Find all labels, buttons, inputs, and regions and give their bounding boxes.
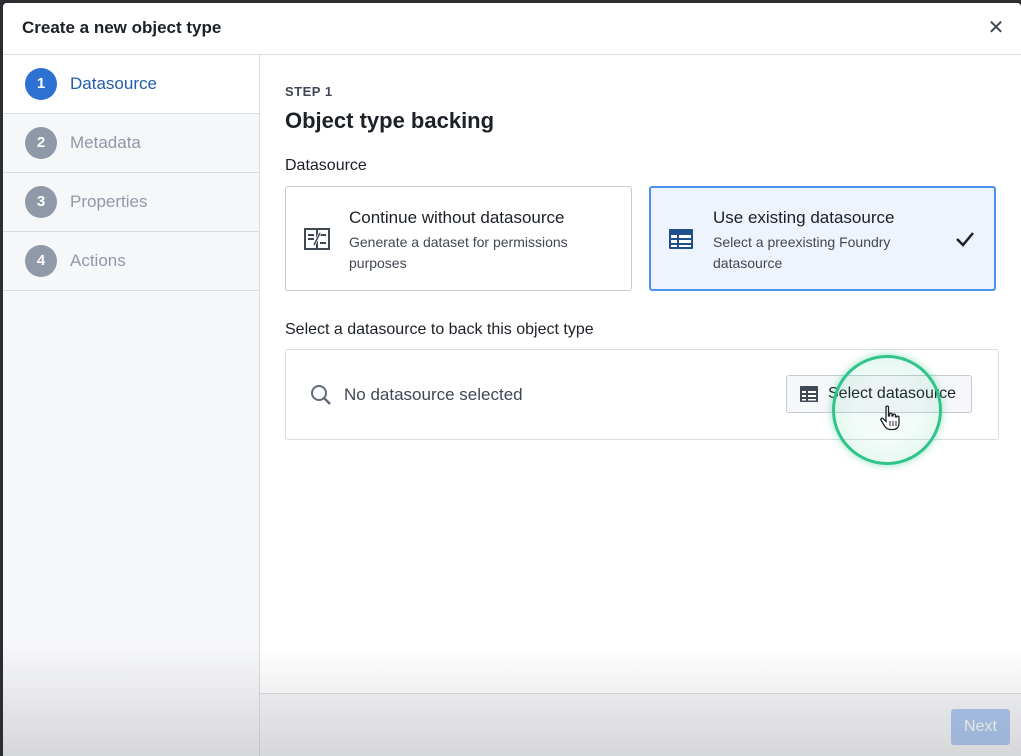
option-title: Continue without datasource [349, 208, 565, 227]
dialog-title: Create a new object type [22, 18, 222, 37]
step-label: Datasource [70, 74, 157, 93]
step-properties[interactable]: 3 Properties [3, 173, 259, 232]
step-number: 4 [25, 245, 57, 277]
option-description: Generate a dataset for permissions purpo… [349, 234, 568, 271]
step-label: Actions [70, 251, 126, 270]
close-icon: ✕ [987, 17, 1005, 39]
step-content: STEP 1 Object type backing Datasource Co… [260, 55, 1021, 694]
datasource-picker: No datasource selected Select datasource [285, 349, 999, 440]
search-icon [311, 385, 331, 405]
table-icon [800, 386, 818, 402]
steps-sidebar: 1 Datasource 2 Metadata 3 Properties 4 A… [3, 55, 260, 756]
dataset-icon [304, 228, 330, 250]
next-button[interactable]: Next [951, 709, 1010, 745]
option-continue-without-datasource[interactable]: Continue without datasource Generate a d… [285, 186, 632, 291]
step-kicker: STEP 1 [285, 84, 333, 99]
select-datasource-label: Select a datasource to back this object … [285, 321, 594, 338]
step-label: Properties [70, 192, 148, 211]
option-description: Select a preexisting Foundry datasource [713, 234, 891, 271]
step-label: Metadata [70, 133, 141, 152]
section-title: Object type backing [285, 108, 495, 133]
no-datasource-text: No datasource selected [344, 385, 523, 404]
create-object-type-dialog: Create a new object type ✕ 1 Datasource … [3, 3, 1021, 756]
step-number: 3 [25, 186, 57, 218]
step-number: 2 [25, 127, 57, 159]
dialog-header: Create a new object type ✕ [3, 3, 1021, 55]
datasource-label: Datasource [285, 157, 367, 174]
step-datasource[interactable]: 1 Datasource [3, 55, 259, 114]
table-icon [669, 229, 693, 249]
step-metadata[interactable]: 2 Metadata [3, 114, 259, 173]
option-title: Use existing datasource [713, 208, 895, 227]
step-number: 1 [25, 68, 57, 100]
select-datasource-label: Select datasource [828, 385, 957, 402]
option-use-existing-datasource[interactable]: Use existing datasource Select a preexis… [649, 186, 996, 291]
close-button[interactable]: ✕ [985, 17, 1007, 39]
step-actions[interactable]: 4 Actions [3, 232, 259, 291]
select-datasource-button[interactable]: Select datasource [786, 375, 972, 413]
dialog-footer: Next [260, 693, 1021, 756]
checkmark-icon [956, 232, 974, 247]
